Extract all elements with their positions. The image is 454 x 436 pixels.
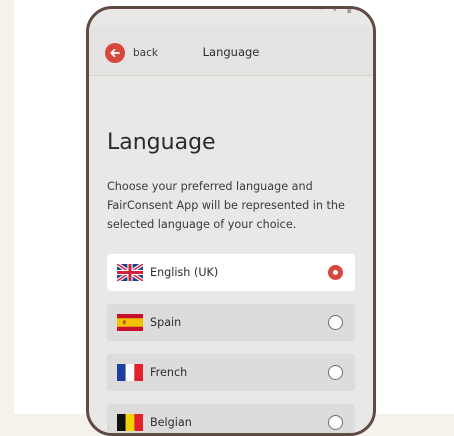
page-description: Choose your preferred language and FairC… <box>107 180 345 231</box>
language-list: English (UK) Spain French Belgian <box>107 254 355 433</box>
top-bar-title: Language <box>202 45 260 59</box>
radio-unselected-icon[interactable] <box>328 365 343 380</box>
page-title: Language <box>107 130 216 155</box>
language-label: English (UK) <box>150 266 219 279</box>
language-label: Spain <box>150 316 182 329</box>
radio-unselected-icon[interactable] <box>328 315 343 330</box>
main-content: Language Choose your preferred language … <box>89 76 373 433</box>
language-label: French <box>150 366 188 379</box>
phone-frame: ◦ ▾ ▮ back Language Language Choose your… <box>86 6 376 436</box>
status-icons: ◦ ▾ ▮ <box>317 6 355 15</box>
status-bar: ◦ ▾ ▮ <box>89 9 373 27</box>
belgium-flag-icon <box>117 414 143 431</box>
language-option-french[interactable]: French <box>107 354 355 391</box>
language-label: Belgian <box>150 416 192 429</box>
uk-flag-icon <box>117 264 143 281</box>
language-option-spain[interactable]: Spain <box>107 304 355 341</box>
language-option-belgian[interactable]: Belgian <box>107 404 355 433</box>
spain-flag-icon <box>117 314 143 331</box>
radio-unselected-icon[interactable] <box>328 415 343 430</box>
language-option-english-uk[interactable]: English (UK) <box>107 254 355 291</box>
top-bar: back Language <box>89 27 373 76</box>
radio-selected-icon[interactable] <box>328 265 343 280</box>
stage-left-margin <box>0 0 14 414</box>
france-flag-icon <box>117 364 143 381</box>
